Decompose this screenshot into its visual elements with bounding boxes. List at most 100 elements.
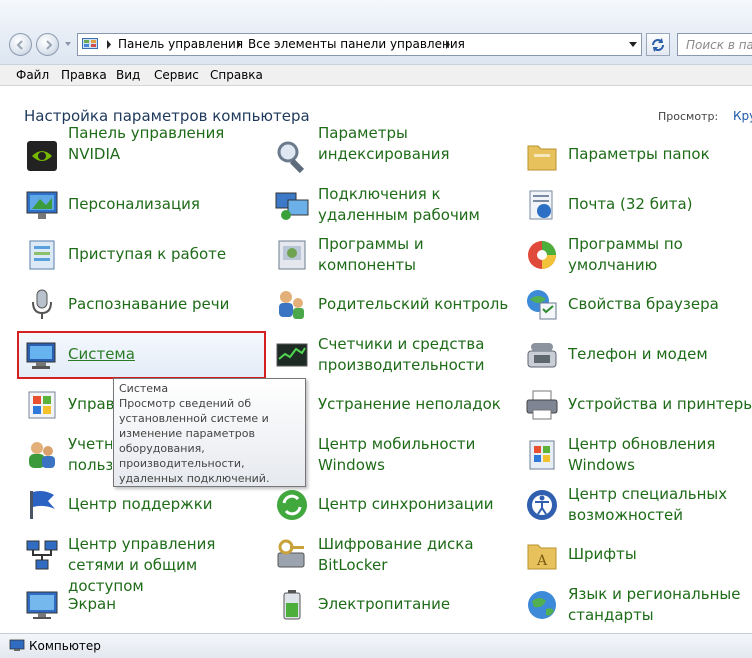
item-remote-app[interactable]: Подключения к удаленным рабочим [274, 183, 504, 227]
item-label: Параметры индексирования [318, 124, 450, 163]
item-sync-center[interactable]: Центр синхронизации [274, 483, 504, 527]
breadcrumb-all-items[interactable]: Все элементы панели управления [248, 37, 465, 51]
item-label: Программы и компоненты [318, 235, 424, 274]
item-action-center[interactable]: Центр поддержки [24, 483, 254, 527]
item-network-center[interactable]: Центр управления сетями и общим доступом [24, 533, 254, 595]
item-label: Распознавание речи [68, 295, 230, 313]
system-tooltip: Система Просмотр сведений об установленн… [113, 378, 306, 487]
folder-options-icon [527, 145, 557, 171]
item-region[interactable]: Язык и региональные стандарты [524, 583, 752, 627]
item-phone-modem[interactable]: Телефон и модем [524, 333, 752, 377]
search-input[interactable]: Поиск в пан [677, 33, 752, 56]
item-internet-options[interactable]: Свойства браузера [524, 283, 752, 327]
item-label: Свойства браузера [568, 295, 719, 313]
item-system[interactable]: Система [24, 333, 264, 377]
item-indexing[interactable]: Параметры индексирования [274, 124, 504, 178]
control-panel-icon [82, 38, 98, 49]
refresh-icon [652, 38, 664, 52]
address-bar[interactable]: Панель управления Все элементы панели уп… [77, 33, 642, 56]
item-label: Родительский контроль [318, 295, 509, 313]
internet-options-icon [527, 290, 557, 320]
fonts-folder-icon: A [527, 544, 557, 570]
item-label: Центр синхронизации [318, 495, 494, 513]
item-label: Центр мобильности Windows [318, 435, 476, 474]
item-performance[interactable]: Счетчики и средства производительности [274, 333, 504, 377]
user-accounts-icon [29, 442, 55, 468]
item-personalization[interactable]: Персонализация [24, 183, 254, 227]
item-windows-update[interactable]: Центр обновления Windows [524, 433, 752, 477]
personalization-icon [26, 191, 58, 219]
flag-icon [30, 491, 55, 519]
recent-pages-dropdown-icon[interactable] [64, 40, 72, 48]
refresh-button[interactable] [646, 33, 670, 56]
item-label: Почта (32 бита) [568, 195, 693, 213]
breadcrumb-separator-icon[interactable] [445, 40, 451, 49]
item-label: Счетчики и средства производительности [318, 335, 485, 374]
item-troubleshooting[interactable]: Устранение неполадок [274, 383, 504, 427]
item-label: Панель управления NVIDIA [68, 124, 225, 163]
globe-clock-icon [528, 591, 556, 619]
network-icon [26, 540, 58, 570]
arrow-left-icon [16, 40, 23, 50]
item-nvidia[interactable]: Панель управления NVIDIA [24, 124, 254, 178]
breadcrumb-separator-icon[interactable] [106, 40, 112, 49]
item-label: Устранение неполадок [318, 395, 501, 413]
control-panel-content: Настройка параметров компьютера Просмотр… [0, 86, 752, 633]
system-computer-icon [26, 342, 56, 369]
item-label: Подключения к удаленным рабочим [318, 185, 480, 224]
mail-icon [529, 190, 553, 220]
item-label: Телефон и модем [568, 345, 708, 363]
item-mobility[interactable]: Центр мобильности Windows [274, 433, 504, 477]
menu-view[interactable]: Вид [116, 68, 140, 82]
item-power[interactable]: Электропитание [274, 583, 504, 627]
menu-help[interactable]: Справка [210, 68, 263, 82]
battery-icon [283, 590, 301, 620]
windows-update-icon [529, 440, 555, 470]
status-text: Компьютер [29, 639, 101, 653]
menu-file[interactable]: Файл [16, 68, 49, 82]
windows-flag-icon [28, 391, 56, 419]
bitlocker-key-icon [277, 539, 305, 568]
tooltip-title: Система [119, 382, 169, 395]
breadcrumb-separator-icon[interactable] [236, 40, 242, 49]
item-label: Центр обновления Windows [568, 435, 716, 474]
ease-of-access-icon [527, 490, 557, 520]
sync-icon [277, 490, 307, 520]
item-speech[interactable]: Распознавание речи [24, 283, 254, 327]
item-label: Центр поддержки [68, 495, 213, 513]
performance-icon [276, 343, 308, 367]
item-label: Устройства и принтеры [568, 395, 752, 413]
item-label: Система [68, 345, 135, 363]
computer-icon [9, 639, 25, 651]
item-label: Параметры папок [568, 145, 710, 163]
item-programs[interactable]: Программы и компоненты [274, 233, 504, 277]
remote-desktop-icon [275, 192, 309, 220]
forward-button[interactable] [36, 33, 59, 56]
item-label: Электропитание [318, 595, 451, 613]
item-ease-access[interactable]: Центр специальных возможностей [524, 483, 752, 527]
item-label: Экран [68, 595, 117, 613]
view-by-dropdown[interactable]: Кру [733, 109, 752, 123]
magnifier-indexing-icon [277, 141, 305, 174]
getting-started-icon [29, 240, 55, 270]
item-label: Шифрование диска BitLocker [318, 535, 474, 574]
item-label: Программы по умолчанию [568, 235, 683, 274]
item-default-programs[interactable]: Программы по умолчанию [524, 233, 752, 277]
item-display[interactable]: Экран [24, 583, 254, 627]
item-devices-printers[interactable]: Устройства и принтеры [524, 383, 752, 427]
printer-icon [526, 390, 558, 420]
menu-edit[interactable]: Правка [61, 68, 107, 82]
item-label: Приступая к работе [68, 245, 227, 263]
item-mail[interactable]: Почта (32 бита) [524, 183, 752, 227]
back-button[interactable] [9, 33, 32, 56]
breadcrumb-control-panel[interactable]: Панель управления [118, 37, 243, 51]
item-bitlocker[interactable]: Шифрование диска BitLocker [274, 533, 504, 577]
item-fonts[interactable]: A Шрифты [524, 533, 752, 577]
status-bar: Компьютер [0, 633, 752, 658]
item-getting-started[interactable]: Приступая к работе [24, 233, 254, 277]
nvidia-icon [27, 141, 57, 171]
item-folder-options[interactable]: Параметры папок [524, 134, 752, 178]
item-parental[interactable]: Родительский контроль [274, 283, 508, 327]
menu-tools[interactable]: Сервис [154, 68, 199, 82]
address-dropdown-icon[interactable] [629, 42, 637, 48]
